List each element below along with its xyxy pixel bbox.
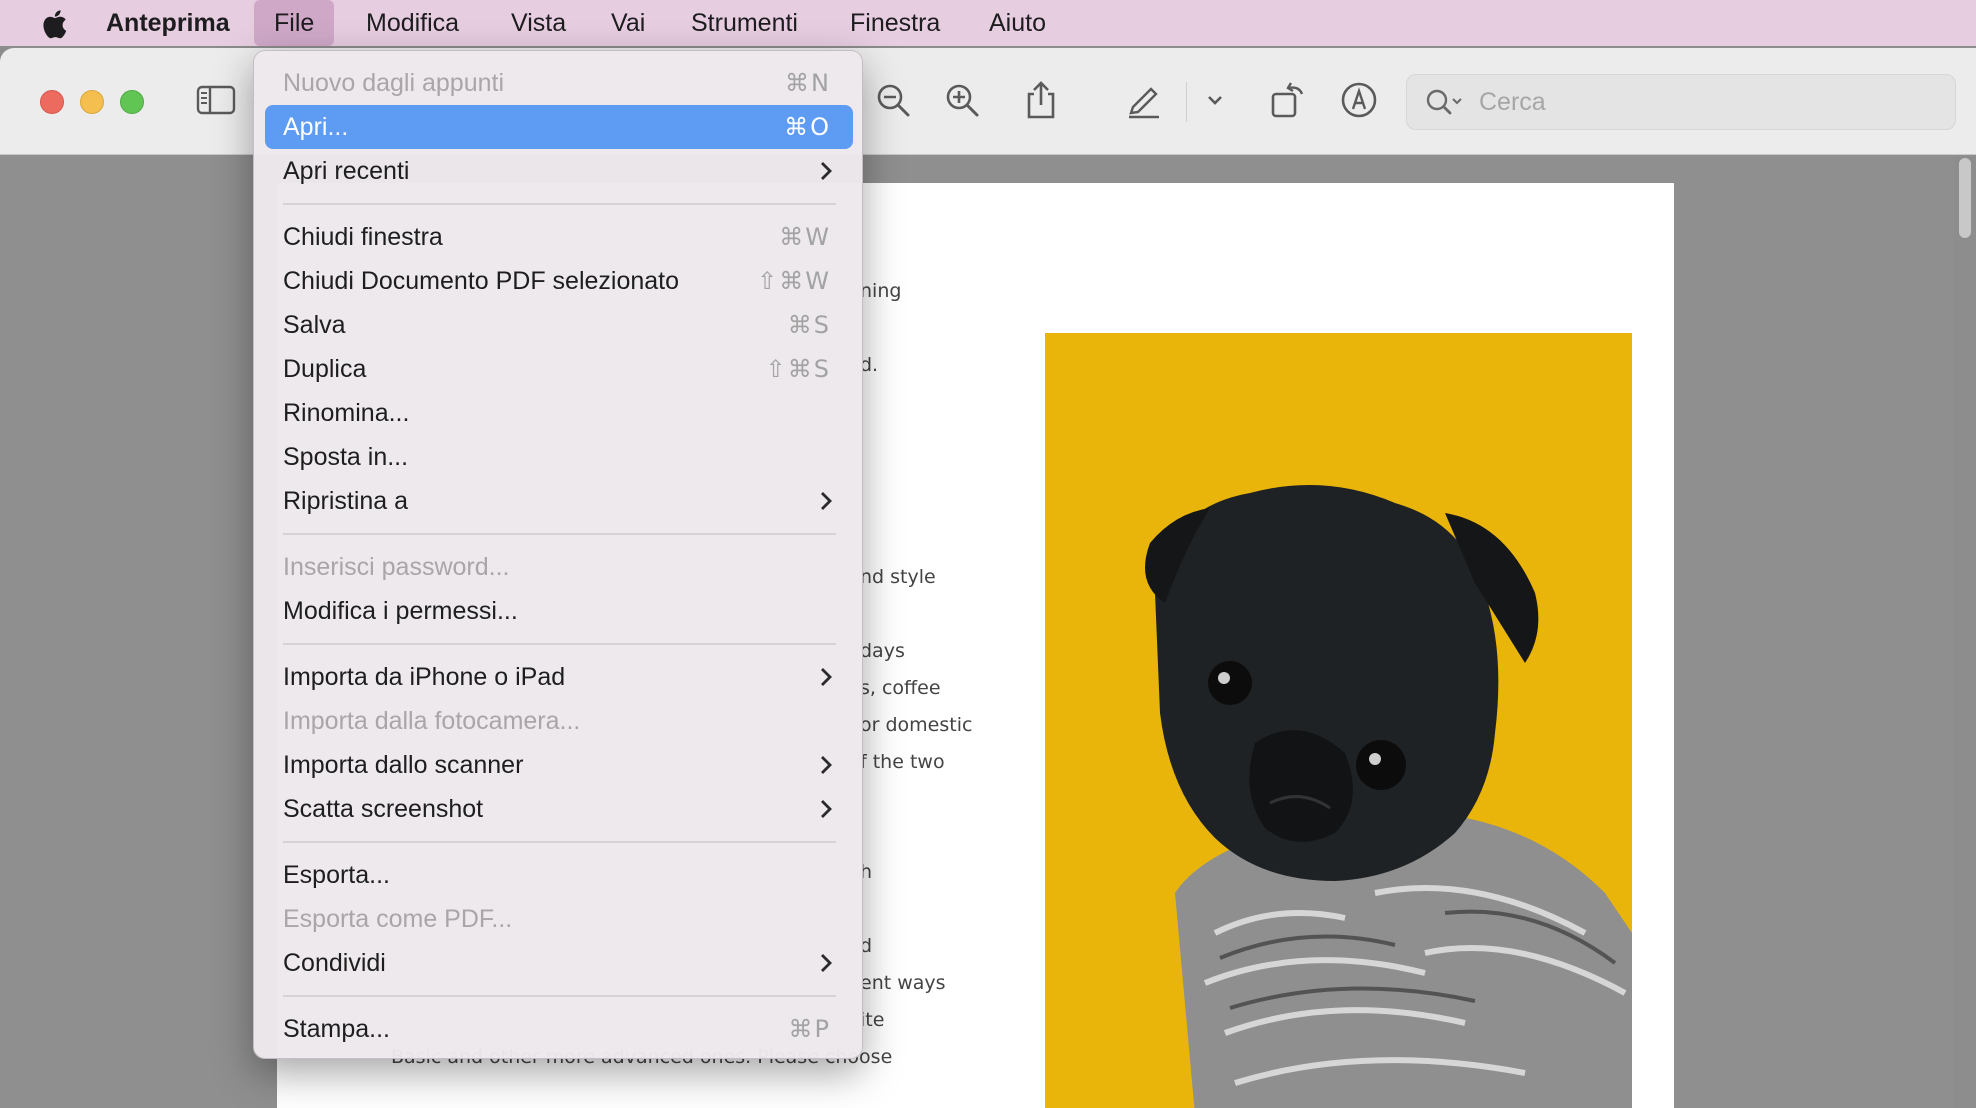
minimize-button[interactable] [80, 90, 104, 114]
menubar-vai[interactable]: Vai [591, 0, 665, 46]
menu-item-salva[interactable]: Salva ⌘S [265, 303, 853, 347]
menubar-file[interactable]: File [254, 0, 335, 46]
menu-item-apri[interactable]: Apri... ⌘O [265, 105, 853, 149]
menu-item-label: Apri recenti [283, 157, 410, 185]
menubar-finestra[interactable]: Finestra [830, 0, 960, 46]
menu-item-label: Esporta... [283, 861, 390, 889]
menu-item-chiudi-finestra[interactable]: Chiudi finestra ⌘W [265, 215, 853, 259]
chevron-right-icon [821, 668, 832, 686]
menu-separator [283, 533, 836, 535]
menu-item-label: Ripristina a [283, 487, 409, 515]
menu-item-shortcut: ⌘N [785, 69, 831, 97]
menu-separator [283, 841, 836, 843]
menu-item-apri-recenti[interactable]: Apri recenti [265, 149, 853, 193]
chevron-right-icon [821, 756, 832, 774]
rotate-icon[interactable] [1266, 78, 1310, 122]
menu-separator [283, 203, 836, 205]
menu-item-importa-fotocamera: Importa dalla fotocamera... [265, 699, 853, 743]
apple-logo-icon[interactable] [38, 7, 68, 41]
menu-item-sposta-in[interactable]: Sposta in... [265, 435, 853, 479]
search-box[interactable] [1406, 74, 1956, 130]
menu-item-esporta[interactable]: Esporta... [265, 853, 853, 897]
menu-item-label: Importa da iPhone o iPad [283, 663, 566, 691]
search-input[interactable] [1479, 75, 1939, 129]
menu-item-label: Esporta come PDF... [283, 905, 513, 933]
toolbar-separator [1186, 82, 1187, 122]
page-text-line: f the two [860, 751, 945, 773]
menu-item-label: Sposta in... [283, 443, 409, 471]
page-text-line: ite [860, 1009, 885, 1031]
page-text-line: ning [860, 280, 902, 302]
chevron-down-icon[interactable] [1193, 78, 1237, 122]
menu-item-label: Importa dalla fotocamera... [283, 707, 581, 735]
menu-item-importa-iphone-ipad[interactable]: Importa da iPhone o iPad [265, 655, 853, 699]
menu-item-label: Modifica i permessi... [283, 597, 518, 625]
menu-item-chiudi-documento-pdf[interactable]: Chiudi Documento PDF selezionato ⇧⌘W [265, 259, 853, 303]
menu-item-inserisci-password: Inserisci password... [265, 545, 853, 589]
menu-item-ripristina-a[interactable]: Ripristina a [265, 479, 853, 523]
menu-item-label: Salva [283, 311, 346, 339]
page-text-line: or domestic [860, 714, 973, 736]
menubar-app-name[interactable]: Anteprima [86, 0, 250, 46]
markup-icon[interactable] [1337, 78, 1381, 122]
sidebar-toggle-icon[interactable] [194, 78, 238, 122]
menu-item-label: Chiudi finestra [283, 223, 443, 251]
menu-item-rinomina[interactable]: Rinomina... [265, 391, 853, 435]
menu-separator [283, 995, 836, 997]
menubar-strumenti[interactable]: Strumenti [671, 0, 818, 46]
zoom-out-icon[interactable] [871, 78, 915, 122]
menu-item-label: Chiudi Documento PDF selezionato [283, 267, 680, 295]
menu-item-label: Importa dallo scanner [283, 751, 524, 779]
menubar-modifica[interactable]: Modifica [346, 0, 479, 46]
menu-item-condividi[interactable]: Condividi [265, 941, 853, 985]
vertical-scrollbar[interactable] [1954, 156, 1976, 1108]
menu-item-label: Duplica [283, 355, 367, 383]
page-text-line: ent ways [860, 972, 946, 994]
menu-item-label: Inserisci password... [283, 553, 510, 581]
menu-item-label: Apri... [283, 113, 349, 141]
menu-item-shortcut: ⌘S [787, 311, 831, 339]
menu-separator [283, 643, 836, 645]
share-icon[interactable] [1019, 78, 1063, 122]
menu-item-shortcut: ⌘W [779, 223, 831, 251]
menu-item-stampa[interactable]: Stampa... ⌘P [265, 1007, 853, 1051]
menu-item-scatta-screenshot[interactable]: Scatta screenshot [265, 787, 853, 831]
menu-item-shortcut: ⇧⌘W [757, 267, 831, 295]
zoom-in-icon[interactable] [940, 78, 984, 122]
menu-bar: Anteprima File Modifica Vista Vai Strume… [0, 0, 1976, 46]
page-text-line: s, coffee [860, 677, 941, 699]
page-text-line: days [860, 640, 905, 662]
chevron-right-icon [821, 800, 832, 818]
menu-item-label: Scatta screenshot [283, 795, 484, 823]
menubar-aiuto[interactable]: Aiuto [969, 0, 1066, 46]
menu-item-shortcut: ⇧⌘S [765, 355, 831, 383]
menu-item-label: Condividi [283, 949, 386, 977]
menubar-vista[interactable]: Vista [491, 0, 586, 46]
menu-item-importa-scanner[interactable]: Importa dallo scanner [265, 743, 853, 787]
menu-item-esporta-pdf: Esporta come PDF... [265, 897, 853, 941]
chevron-right-icon [821, 162, 832, 180]
page-text-line: nd style [860, 566, 936, 588]
highlight-pen-icon[interactable] [1122, 78, 1166, 122]
chevron-right-icon [821, 954, 832, 972]
scrollbar-thumb[interactable] [1959, 158, 1971, 238]
chevron-right-icon [821, 492, 832, 510]
menu-item-label: Stampa... [283, 1015, 390, 1043]
menu-item-label: Rinomina... [283, 399, 410, 427]
menu-item-label: Nuovo dagli appunti [283, 69, 504, 97]
search-icon [1426, 89, 1462, 115]
menu-item-modifica-permessi[interactable]: Modifica i permessi... [265, 589, 853, 633]
menu-item-duplica[interactable]: Duplica ⇧⌘S [265, 347, 853, 391]
menu-item-shortcut: ⌘O [784, 113, 831, 141]
close-button[interactable] [40, 90, 64, 114]
zoom-button[interactable] [120, 90, 144, 114]
pug-photo [1045, 333, 1632, 1108]
file-menu: Nuovo dagli appunti ⌘N Apri... ⌘O Apri r… [253, 50, 863, 1059]
menu-item-nuovo-dagli-appunti: Nuovo dagli appunti ⌘N [265, 61, 853, 105]
menu-item-shortcut: ⌘P [788, 1015, 831, 1043]
